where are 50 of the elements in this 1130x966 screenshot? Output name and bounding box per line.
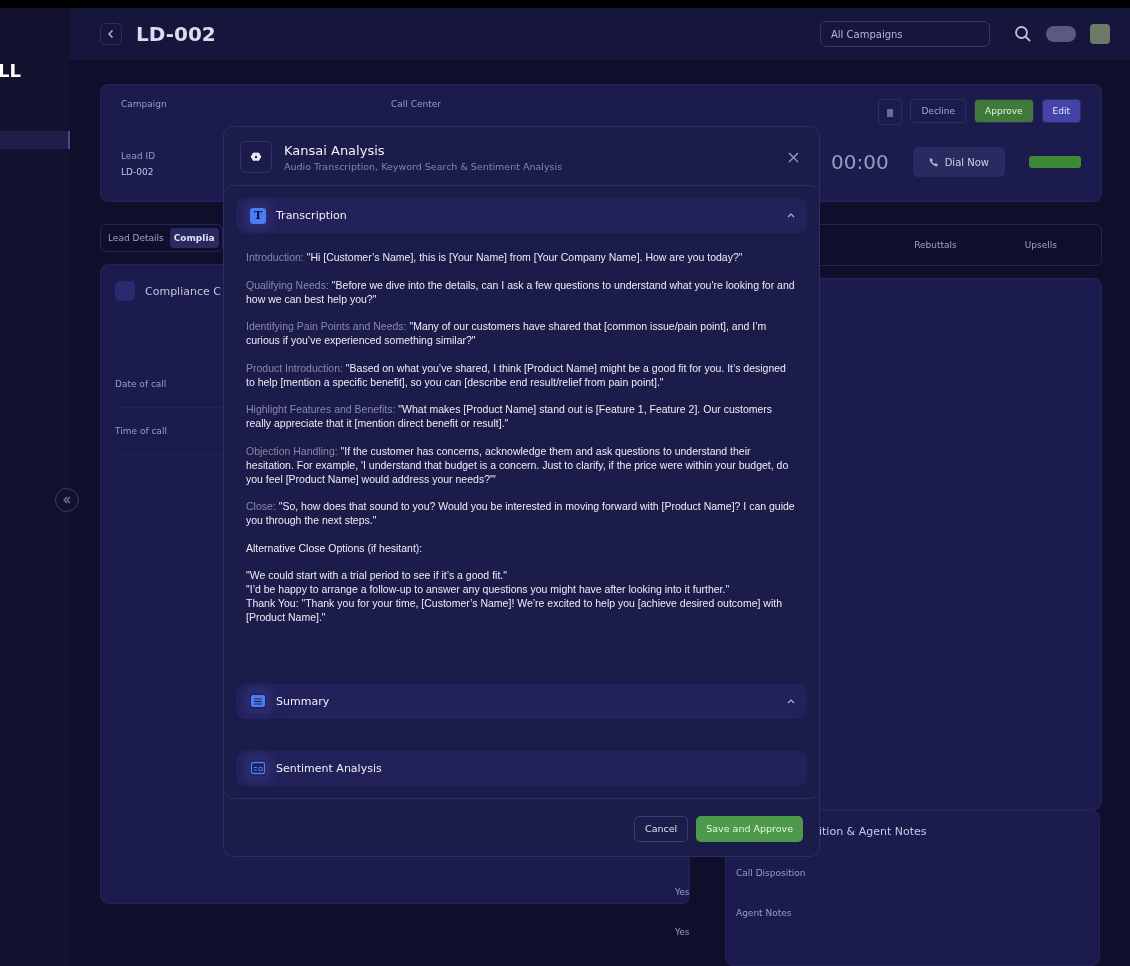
sidebar-item[interactable] (0, 131, 70, 149)
field-label: Call Disposition (736, 868, 806, 878)
section-header[interactable]: Summary (236, 683, 807, 719)
card-title: Compliance C (145, 284, 221, 298)
field-label: Agent Notes (736, 908, 792, 918)
call-timer: 00:00 (831, 150, 889, 174)
transcript-paragraph: Identifying Pain Points and Needs: "Many of our customers have shared that [common issue/pain point], and I’m curious if you’ve experienced something similar?" (246, 319, 768, 347)
card-title: ition & Agent Notes (819, 825, 928, 838)
avatar[interactable] (1090, 24, 1110, 44)
field-value: LD-002 (121, 167, 155, 177)
tab[interactable]: Lead Details (104, 228, 168, 248)
profile-pill[interactable] (1046, 26, 1076, 42)
tab[interactable]: Rebuttals (910, 235, 961, 255)
status-badge (1029, 156, 1081, 168)
transcript-paragraph: Qualifying Needs: "Before we dive into the details, can I ask a few questions to understand what you're looking for and how we can best help you?" (246, 277, 796, 306)
text-icon: T (250, 207, 266, 224)
double-chevron-icon (62, 495, 72, 505)
field-label: Lead ID (121, 151, 156, 161)
tab[interactable]: Upsells (1020, 235, 1061, 255)
action-button[interactable]: Approve (974, 99, 1034, 123)
campaign-select[interactable]: All Campaigns (820, 21, 990, 47)
answer-text: Yes (675, 927, 690, 937)
transcript-paragraph: Alternative Close Options (if hesitant): (246, 540, 424, 555)
transcript-paragraph: Close: "So, how does that sound to you? Would you be interested in moving forward with [Product Name]? I can guide you through the next steps." (246, 499, 796, 527)
section-header[interactable]: T Transcription (236, 198, 807, 233)
phone-icon (928, 157, 939, 167)
action-button[interactable]: Edit (1041, 99, 1081, 123)
chevron-left-icon (106, 29, 116, 39)
transcript-line: "I’d be happy to arrange a follow-up to answer any questions you might have after looking into it further." (246, 582, 731, 596)
cancel-button[interactable]: Cancel (634, 815, 689, 842)
dial-button[interactable]: Dial Now (912, 147, 1005, 177)
chevron-up-icon (787, 213, 795, 218)
answer-text: Yes (675, 887, 690, 897)
transcript-line: "We could start with a trial period to see if it’s a good fit." (246, 568, 508, 582)
chevron-up-icon (787, 698, 795, 704)
tab[interactable]: Complia (169, 228, 219, 248)
search-icon[interactable] (1014, 25, 1032, 43)
back-button[interactable] (100, 23, 122, 45)
field-label: Call Center (391, 99, 441, 109)
logo: LL (0, 60, 22, 81)
dialog-title: Kansai Analysis (284, 142, 386, 158)
action-button[interactable]: Decline (910, 99, 967, 123)
field-label: Campaign (121, 99, 167, 109)
page-title: LD-002 (136, 22, 216, 46)
chart-icon (250, 760, 266, 776)
dialog-subtitle: Audio Transcription, Keyword Search & Sentiment Analysis (284, 160, 563, 172)
section-header[interactable]: Sentiment Analysis (236, 750, 807, 786)
transcript-paragraph: Introduction: "Hi [Customer’s Name], this is [Your Name] from [Your Company Name]. How are you today?" (246, 250, 744, 264)
list-icon (250, 693, 266, 709)
transcript-line: Thank You: "Thank you for your time, [Customer’s Name]! We’re excited to help you [achieve desired outcome] with [Product Name]." (246, 596, 783, 624)
